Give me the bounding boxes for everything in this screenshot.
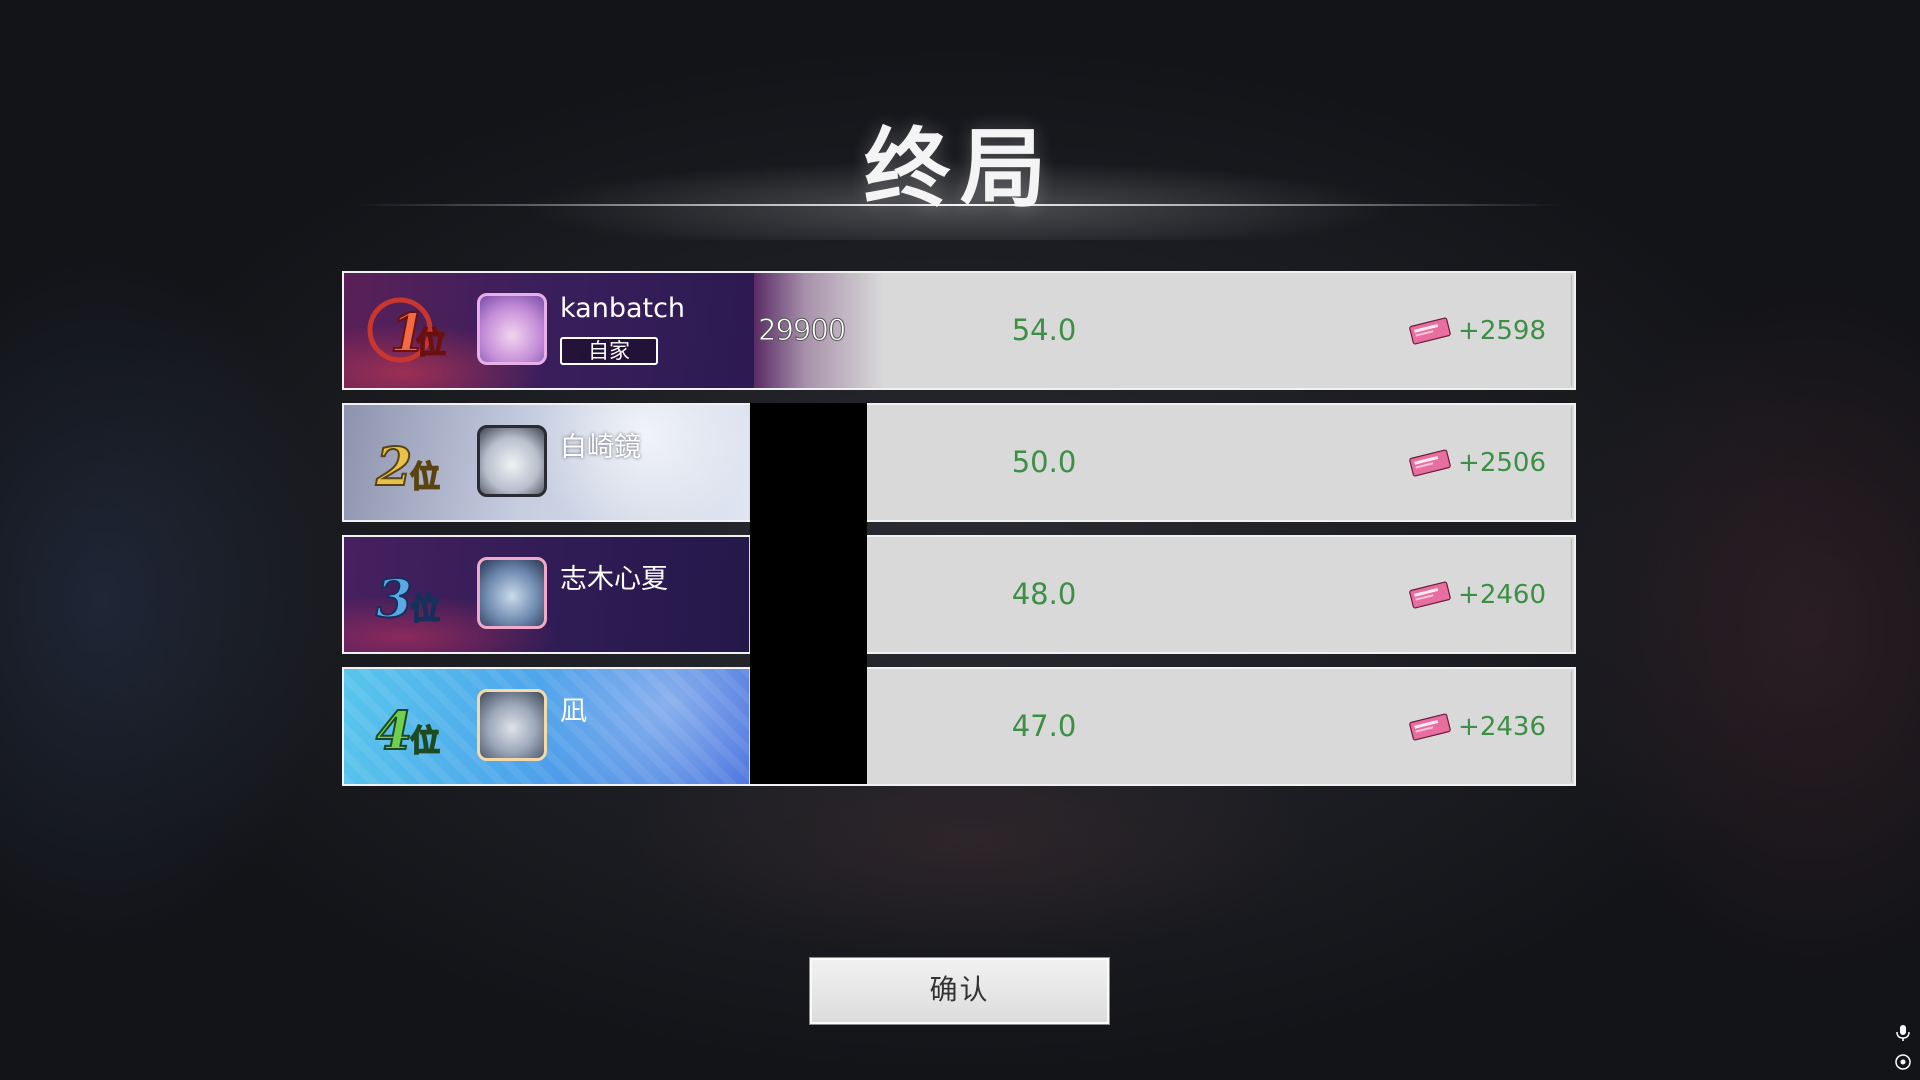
reward-delta-2: +2506 bbox=[1458, 447, 1546, 478]
player-name-1: kanbatch bbox=[560, 293, 686, 324]
avatar-2[interactable] bbox=[477, 425, 547, 497]
title-divider bbox=[360, 204, 1560, 206]
rank-badge-3: 3 位 bbox=[366, 555, 454, 633]
player-name-4: 凪 bbox=[560, 696, 587, 727]
player-panel-4: 4 位 凪 bbox=[344, 669, 749, 784]
rank-badge-4: 4 位 bbox=[366, 687, 454, 765]
player-score-3: 48.0 bbox=[1011, 577, 1077, 611]
reward-4: +2436 bbox=[1408, 669, 1546, 784]
reward-delta-1: +2598 bbox=[1458, 315, 1546, 346]
rank-suffix-4: 位 bbox=[410, 724, 440, 759]
background-right bbox=[1560, 280, 1920, 980]
rank-digit-2: 2 bbox=[375, 437, 412, 498]
target-icon[interactable] bbox=[1894, 1053, 1912, 1071]
player-name-2: 白崎鏡 bbox=[560, 432, 641, 463]
result-row-3: 3 位 志木心夏 48.0 +2460 bbox=[342, 535, 1576, 654]
confirm-button[interactable]: 确认 bbox=[810, 958, 1109, 1024]
reward-1: +2598 bbox=[1408, 273, 1546, 388]
player-score-4: 47.0 bbox=[1011, 709, 1077, 743]
ticket-icon bbox=[1409, 580, 1451, 609]
reward-3: +2460 bbox=[1408, 537, 1546, 652]
result-row-4: 4 位 凪 47.0 +2436 bbox=[342, 667, 1576, 786]
rank-digit-4: 4 bbox=[376, 701, 412, 762]
player-panel-3: 3 位 志木心夏 bbox=[344, 537, 749, 652]
ticket-icon bbox=[1409, 712, 1451, 741]
results-table: 1 位 kanbatch 自家 29900 54.0 +2598 2 位 白崎鏡… bbox=[342, 271, 1576, 799]
rank-badge-2: 2 位 bbox=[366, 423, 454, 501]
result-row-1: 1 位 kanbatch 自家 29900 54.0 +2598 bbox=[342, 271, 1576, 390]
rank-digit-3: 3 bbox=[376, 569, 412, 630]
avatar-4[interactable] bbox=[477, 689, 547, 761]
microphone-icon[interactable] bbox=[1894, 1024, 1912, 1042]
reward-delta-4: +2436 bbox=[1458, 711, 1546, 742]
result-row-2: 2 位 白崎鏡 50.0 +2506 bbox=[342, 403, 1576, 522]
rank-badge-1: 1 位 bbox=[366, 291, 454, 369]
rank-suffix-2: 位 bbox=[410, 460, 440, 495]
avatar-3[interactable] bbox=[477, 557, 547, 629]
player-name-3: 志木心夏 bbox=[560, 564, 668, 595]
dealer-badge: 自家 bbox=[560, 337, 658, 365]
redaction-block bbox=[750, 403, 867, 784]
ticket-icon bbox=[1409, 316, 1451, 345]
reward-2: +2506 bbox=[1408, 405, 1546, 520]
background-left bbox=[0, 250, 340, 950]
player-panel-1: 1 位 kanbatch 自家 bbox=[344, 273, 754, 388]
player-points-1: 29900 bbox=[757, 313, 846, 348]
rank-suffix-1: 位 bbox=[416, 326, 446, 361]
avatar-1[interactable] bbox=[477, 293, 547, 365]
player-score-2: 50.0 bbox=[1011, 445, 1077, 479]
player-panel-2: 2 位 白崎鏡 bbox=[344, 405, 749, 520]
player-score-1: 54.0 bbox=[1011, 313, 1077, 347]
ticket-icon bbox=[1409, 448, 1451, 477]
reward-delta-3: +2460 bbox=[1458, 579, 1546, 610]
rank-suffix-3: 位 bbox=[410, 592, 440, 627]
